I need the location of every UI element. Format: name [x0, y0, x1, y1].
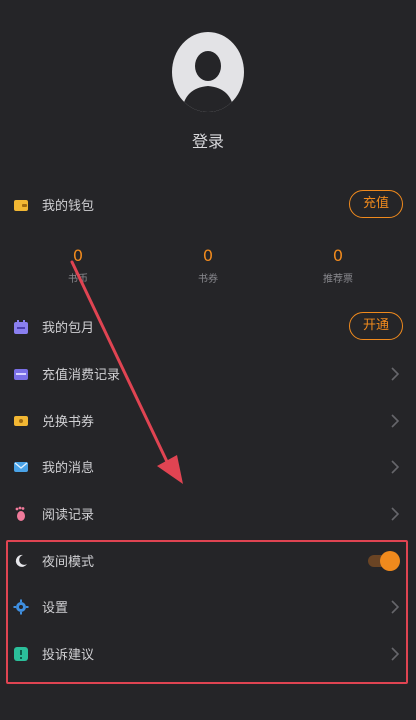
chevron-right-icon [391, 367, 400, 381]
menu-item-label: 充值消费记录 [42, 368, 121, 383]
recharge-button[interactable]: 充值 [349, 190, 403, 218]
menu-item-messages[interactable]: 我的消息 [0, 444, 416, 490]
moon-icon [15, 554, 27, 567]
chevron-right-icon [391, 414, 400, 428]
chevron-right-icon [391, 460, 400, 474]
stat-value: 0 [72, 246, 84, 265]
stat-label: 书券 [198, 274, 218, 285]
gear-icon [13, 599, 29, 615]
menu-item-label: 兑换书券 [42, 415, 95, 430]
menu-item-label: 我的消息 [42, 461, 95, 476]
stat-value: 0 [332, 246, 344, 265]
login-link[interactable]: 登录 [0, 128, 416, 152]
menu-item-feedback[interactable]: 投诉建议 [0, 631, 416, 677]
menu-item-redeem-vouchers[interactable]: 兑换书券 [0, 398, 416, 444]
avatar[interactable] [172, 32, 244, 112]
ticket-icon [14, 416, 28, 426]
chevron-right-icon [391, 647, 400, 661]
toggle-knob [380, 551, 400, 571]
stat-label: 书币 [68, 274, 88, 285]
menu-item-label: 我的钱包 [42, 199, 95, 214]
stat-label: 推荐票 [323, 274, 353, 285]
user-avatar-icon [182, 51, 234, 112]
menu-item-label: 阅读记录 [42, 508, 95, 523]
card-icon [14, 369, 28, 380]
stat-value: 0 [202, 246, 214, 265]
wallet-icon [14, 200, 28, 211]
stat-vouchers[interactable]: 0 书券 [168, 246, 248, 285]
menu-item-label: 设置 [42, 601, 69, 616]
subscribe-button[interactable]: 开通 [349, 312, 403, 340]
feedback-icon [14, 647, 28, 661]
mail-icon [14, 462, 28, 472]
stat-coins[interactable]: 0 书币 [38, 246, 118, 285]
chevron-right-icon [391, 600, 400, 614]
menu-item-monthly[interactable]: 我的包月 开通 [0, 304, 416, 350]
menu-item-recharge-records[interactable]: 充值消费记录 [0, 351, 416, 397]
menu-item-label: 我的包月 [42, 321, 95, 336]
stat-recommend-tickets[interactable]: 0 推荐票 [298, 246, 378, 285]
footprint-icon [15, 506, 25, 521]
menu-item-night-mode[interactable]: 夜间模式 [0, 538, 416, 584]
night-mode-toggle[interactable] [368, 551, 400, 571]
chevron-right-icon [391, 507, 400, 521]
menu-item-label: 夜间模式 [42, 555, 95, 570]
menu-item-wallet[interactable]: 我的钱包 充值 [0, 182, 416, 228]
menu-item-reading-history[interactable]: 阅读记录 [0, 491, 416, 537]
menu-item-label: 投诉建议 [42, 648, 95, 663]
calendar-icon [14, 320, 28, 334]
menu-item-settings[interactable]: 设置 [0, 584, 416, 630]
